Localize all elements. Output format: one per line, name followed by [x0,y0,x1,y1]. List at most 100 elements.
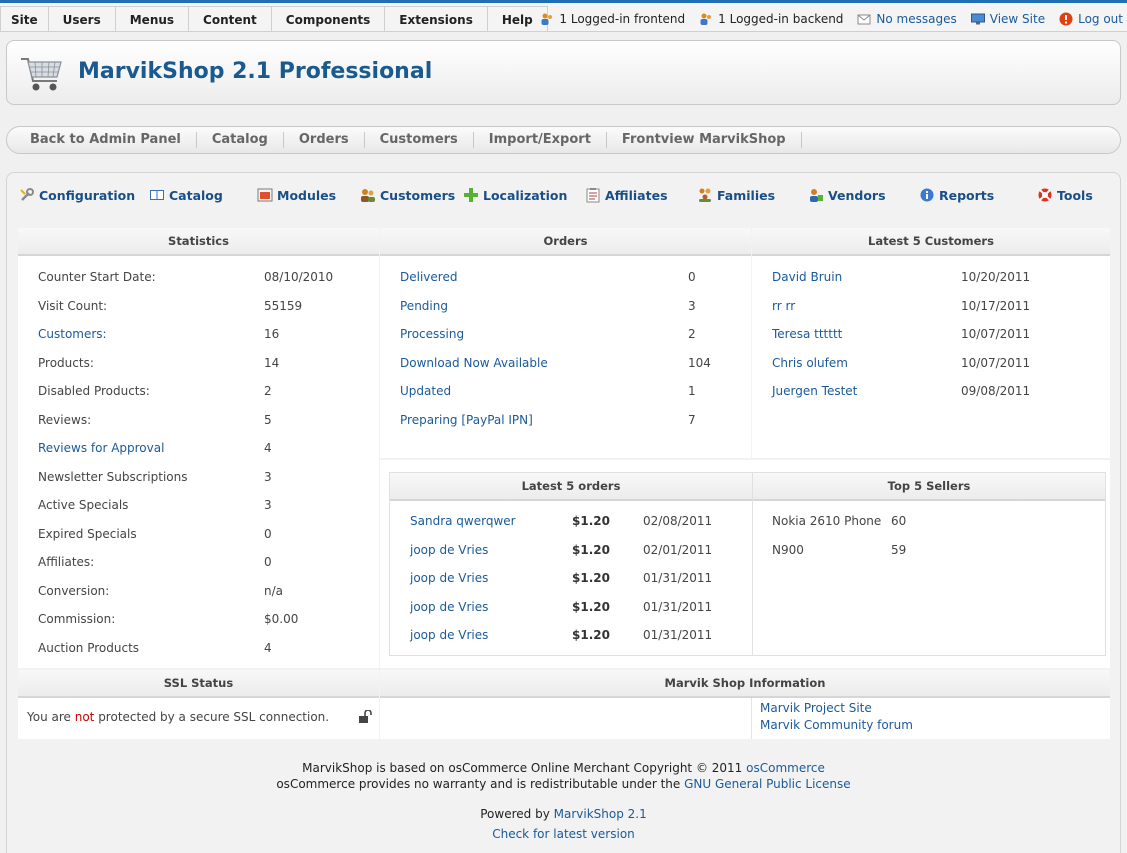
latest-order-customer-link[interactable]: joop de Vries [410,543,488,557]
ssl-status-header: SSL Status [18,670,379,698]
users-icon [361,189,375,202]
stat-label: Conversion: [38,583,110,598]
gpl-license-link[interactable]: GNU General Public License [684,777,851,791]
oscommerce-link[interactable]: osCommerce [746,761,825,775]
menu-site[interactable]: Site [0,6,49,32]
latest-orders-box: Latest 5 orders Sandra qwerqwer $1.20 02/0… [389,472,753,656]
order-status-link[interactable]: Download Now Available [400,356,548,370]
top-seller-name: Nokia 2610 Phone [772,514,882,528]
customer-link[interactable]: David Bruin [772,270,842,284]
stat-label: Affiliates: [38,555,95,569]
customer-link[interactable]: rr rr [772,299,795,313]
stat-value: 3 [264,498,272,512]
stat-value: 5 [264,412,272,427]
nav-orders[interactable]: Orders [284,132,365,148]
tool-tools[interactable]: Tools [1037,187,1093,203]
latest-order-customer-link[interactable]: joop de Vries [410,600,488,614]
latest-customers-panel: Latest 5 Customers David Bruin 10/20/2011… [752,228,1110,458]
mail-icon [857,14,871,25]
tool-catalog[interactable]: Catalog [149,187,223,203]
order-status-link[interactable]: Preparing [PayPal IPN] [400,413,533,427]
stat-value: $0.00 [264,612,299,626]
stat-value: 0 [264,526,272,541]
users-icon [700,13,712,25]
menu-menus[interactable]: Menus [115,6,190,32]
nav-import-export[interactable]: Import/Export [474,132,607,148]
tool-configuration[interactable]: Configuration [19,187,135,203]
menu-extensions[interactable]: Extensions [385,6,488,32]
latest-order-amount: $1.20 [572,599,610,614]
customer-date: 10/17/2011 [961,298,1031,313]
nav-customers[interactable]: Customers [365,132,474,148]
customer-date: 09/08/2011 [961,384,1031,398]
footer-line-2: osCommerce provides no warranty and is r… [276,777,851,791]
latest-order-amount: $1.20 [572,514,610,528]
stat-label[interactable]: Reviews for Approval [38,441,164,455]
module-toolbar: Configuration Catalog Modules Customers … [19,183,1109,213]
shopping-cart-icon [21,58,62,91]
customer-link[interactable]: Juergen Testet [772,384,857,398]
unlocked-padlock-icon [359,710,372,723]
users-icon [541,13,553,25]
order-status-link[interactable]: Processing [400,327,464,341]
lifebuoy-icon [1038,188,1052,202]
latest-order-customer-link[interactable]: joop de Vries [410,571,488,585]
order-status-link[interactable]: Updated [400,384,451,398]
view-site-link[interactable]: View Site [970,12,1045,26]
info-icon [920,188,934,202]
tool-localization[interactable]: Localization [463,187,567,203]
latest-order-customer-link[interactable]: Sandra qwerqwer [410,514,516,528]
admin-nav-bar: Back to Admin Panel Catalog Orders Custo… [6,126,1121,154]
stat-label: Counter Start Date: [38,270,156,284]
latest-orders-header: Latest 5 orders [390,473,752,501]
tool-modules[interactable]: Modules [257,187,336,203]
messages-link[interactable]: No messages [857,12,957,26]
tool-families[interactable]: Families [697,187,775,203]
stat-value: n/a [264,583,284,598]
order-status-count: 3 [688,298,696,313]
menu-users[interactable]: Users [48,6,116,32]
stat-value: 55159 [264,298,303,313]
nav-back-to-admin[interactable]: Back to Admin Panel [15,132,197,148]
stat-label[interactable]: Customers: [38,327,107,341]
latest-order-amount: $1.20 [572,571,610,585]
order-status-link[interactable]: Pending [400,299,448,313]
marvik-community-forum-link[interactable]: Marvik Community forum [760,718,913,732]
book-icon [150,190,164,200]
tool-affiliates[interactable]: Affiliates [585,187,668,203]
modules-icon [257,188,273,202]
check-latest-version-link[interactable]: Check for latest version [492,827,635,841]
frontend-status: 1 Logged-in frontend [540,12,685,26]
clipboard-icon [586,188,600,203]
latest-order-date: 02/08/2011 [643,514,713,528]
tool-vendors[interactable]: Vendors [808,187,886,203]
main-menu: Site Users Menus Content Components Exte… [0,6,548,32]
stat-value: 0 [264,555,272,569]
customer-link[interactable]: Teresa tttttt [772,327,842,341]
menu-components[interactable]: Components [271,6,386,32]
menu-content[interactable]: Content [189,6,272,32]
page-title: MarvikShop 2.1 Professional [78,59,433,84]
monitor-icon [970,13,985,25]
latest-order-amount: $1.20 [572,628,610,642]
nav-frontview[interactable]: Frontview MarvikShop [607,132,802,148]
latest-order-customer-link[interactable]: joop de Vries [410,628,488,642]
stat-label: Active Specials [38,498,129,512]
tool-customers[interactable]: Customers [360,187,455,203]
statistics-panel: Statistics Counter Start Date: 08/10/2010… [18,228,379,668]
top-seller-count: 59 [891,542,907,557]
tool-reports[interactable]: Reports [919,187,994,203]
logout-link[interactable]: Log out [1059,12,1123,26]
latest-order-amount: $1.20 [572,542,610,557]
customer-link[interactable]: Chris olufem [772,356,848,370]
backend-status: 1 Logged-in backend [699,12,843,26]
top-seller-name: N900 [772,542,804,557]
order-status-link[interactable]: Delivered [400,270,457,284]
customer-date: 10/20/2011 [961,270,1031,284]
nav-catalog[interactable]: Catalog [197,132,284,148]
lower-area: Latest 5 orders Sandra qwerqwer $1.20 02/0… [380,460,1110,668]
order-status-count: 2 [688,327,696,341]
latest-order-date: 01/31/2011 [643,571,713,585]
marvik-project-site-link[interactable]: Marvik Project Site [760,701,872,715]
marvikshop-link[interactable]: MarvikShop 2.1 [554,807,647,821]
